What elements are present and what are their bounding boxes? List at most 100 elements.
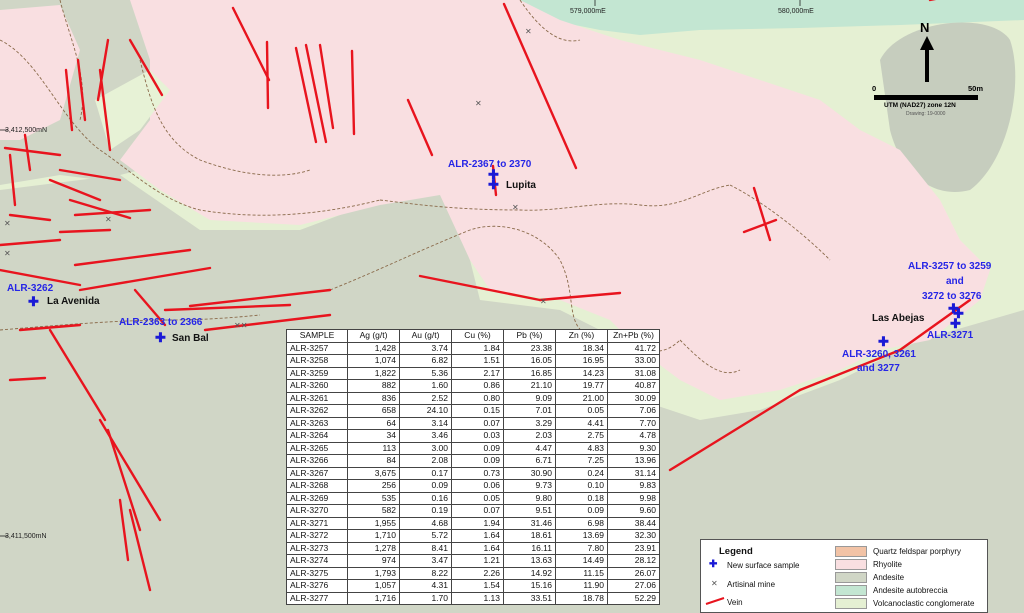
value-cell: 11.90 — [555, 579, 608, 593]
value-cell: 4.83 — [555, 441, 608, 455]
value-cell: 11.15 — [555, 566, 608, 580]
sample-id-cell: ALR-3263 — [286, 416, 348, 430]
value-cell: 18.61 — [503, 529, 556, 543]
value-cell: 1.60 — [399, 379, 452, 393]
value-cell: 14.92 — [503, 566, 556, 580]
artisinal-mine-icon: ✕ — [4, 219, 11, 228]
sample-id-cell: ALR-3269 — [286, 491, 348, 505]
value-cell: 3.74 — [399, 341, 452, 355]
vein-icon — [705, 597, 725, 605]
value-cell: 1.64 — [451, 541, 504, 555]
legend-item-rhyolite: Rhyolite — [873, 560, 902, 569]
sample-point-icon: ✚ — [28, 294, 39, 309]
value-cell: 974 — [347, 554, 400, 568]
grid-label-easting-1: 579,000mE — [570, 8, 606, 15]
sample-label: ALR-3262 — [7, 283, 54, 294]
value-cell: 21.00 — [555, 391, 608, 405]
scale-zero: 0 — [872, 84, 877, 93]
value-cell: 0.06 — [451, 479, 504, 493]
value-cell: 1,057 — [347, 579, 400, 593]
table-row: ALR-3270 582 0.19 0.07 9.51 0.09 9.60 — [286, 504, 660, 518]
sample-id-cell: ALR-3266 — [286, 454, 348, 468]
value-cell: 0.80 — [451, 391, 504, 405]
sample-point-icon: ✚ — [878, 334, 889, 349]
value-cell: 1.84 — [451, 341, 504, 355]
artisinal-mine-icon: ✕ — [475, 99, 482, 108]
place-label: Lupita — [506, 180, 536, 191]
sample-id-cell: ALR-3274 — [286, 554, 348, 568]
sample-id-cell: ALR-3261 — [286, 391, 348, 405]
value-cell: 2.03 — [503, 429, 556, 443]
table-row: ALR-3271 1,955 4.68 1.94 31.46 6.98 38.44 — [286, 516, 660, 530]
table-row: ALR-3268 256 0.09 0.06 9.73 0.10 9.83 — [286, 479, 660, 493]
value-cell: 2.52 — [399, 391, 452, 405]
value-cell: 3.47 — [399, 554, 452, 568]
value-cell: 4.47 — [503, 441, 556, 455]
value-cell: 0.09 — [451, 441, 504, 455]
value-cell: 16.95 — [555, 354, 608, 368]
value-cell: 31.46 — [503, 516, 556, 530]
value-cell: 9.73 — [503, 479, 556, 493]
value-cell: 0.07 — [451, 504, 504, 518]
value-cell: 14.49 — [555, 554, 608, 568]
value-cell: 40.87 — [607, 379, 660, 393]
legend-item-andesite-autobreccia: Andesite autobreccia — [873, 586, 948, 595]
value-cell: 7.25 — [555, 454, 608, 468]
value-cell: 9.30 — [607, 441, 660, 455]
value-cell: 1.64 — [451, 529, 504, 543]
value-cell: 1,074 — [347, 354, 400, 368]
value-cell: 64 — [347, 416, 400, 430]
value-cell: 0.15 — [451, 404, 504, 418]
sample-point-icon: ✚ — [950, 316, 961, 331]
value-cell: 8.22 — [399, 566, 452, 580]
value-cell: 535 — [347, 491, 400, 505]
volcaniclastic-swatch — [835, 598, 867, 609]
geology-map: 579,000mE 580,000mE 3,412,500mN 3,411,50… — [0, 0, 1024, 613]
artisinal-mine-icon: ✕ — [105, 215, 112, 224]
value-cell: 0.86 — [451, 379, 504, 393]
sample-label: 3272 to 3276 — [922, 291, 982, 302]
value-cell: 0.07 — [451, 416, 504, 430]
sample-id-cell: ALR-3270 — [286, 504, 348, 518]
sample-id-cell: ALR-3257 — [286, 341, 348, 355]
value-cell: 1.54 — [451, 579, 504, 593]
value-cell: 0.73 — [451, 466, 504, 480]
value-cell: 1,793 — [347, 566, 400, 580]
scale-drawing: Drawing: 19-0000 — [906, 111, 946, 117]
value-cell: 15.16 — [503, 579, 556, 593]
value-cell: 26.07 — [607, 566, 660, 580]
table-row: ALR-3266 84 2.08 0.09 6.71 7.25 13.96 — [286, 454, 660, 468]
value-cell: 0.05 — [555, 404, 608, 418]
table-row: ALR-3273 1,278 8.41 1.64 16.11 7.80 23.91 — [286, 541, 660, 555]
scale-bar — [874, 95, 978, 100]
value-cell: 1,822 — [347, 366, 400, 380]
sample-id-cell: ALR-3264 — [286, 429, 348, 443]
value-cell: 1,428 — [347, 341, 400, 355]
table-header: Au (g/t) — [399, 329, 452, 343]
value-cell: 7.80 — [555, 541, 608, 555]
sample-id-cell: ALR-3265 — [286, 441, 348, 455]
value-cell: 2.75 — [555, 429, 608, 443]
legend-item-andesite: Andesite — [873, 573, 905, 582]
table-header: Pb (%) — [503, 329, 556, 343]
place-label: La Avenida — [47, 296, 100, 307]
sample-label: ALR-2363 to 2366 — [119, 317, 203, 328]
value-cell: 16.11 — [503, 541, 556, 555]
assay-results-table: SAMPLE Ag (g/t) Au (g/t) Cu (%) Pb (%) Z… — [286, 329, 660, 605]
table-row: ALR-3260 882 1.60 0.86 21.10 19.77 40.87 — [286, 379, 660, 393]
artisinal-mine-icon: ✕ — [525, 27, 532, 36]
grid-label-easting-2: 580,000mE — [778, 8, 814, 15]
value-cell: 0.03 — [451, 429, 504, 443]
legend-item-vein: Vein — [727, 598, 743, 607]
value-cell: 0.18 — [555, 491, 608, 505]
value-cell: 27.06 — [607, 579, 660, 593]
sample-id-cell: ALR-3273 — [286, 541, 348, 555]
value-cell: 23.38 — [503, 341, 556, 355]
value-cell: 28.12 — [607, 554, 660, 568]
value-cell: 3.46 — [399, 429, 452, 443]
value-cell: 2.17 — [451, 366, 504, 380]
sample-id-cell: ALR-3262 — [286, 404, 348, 418]
value-cell: 3,675 — [347, 466, 400, 480]
value-cell: 2.26 — [451, 566, 504, 580]
value-cell: 8.41 — [399, 541, 452, 555]
